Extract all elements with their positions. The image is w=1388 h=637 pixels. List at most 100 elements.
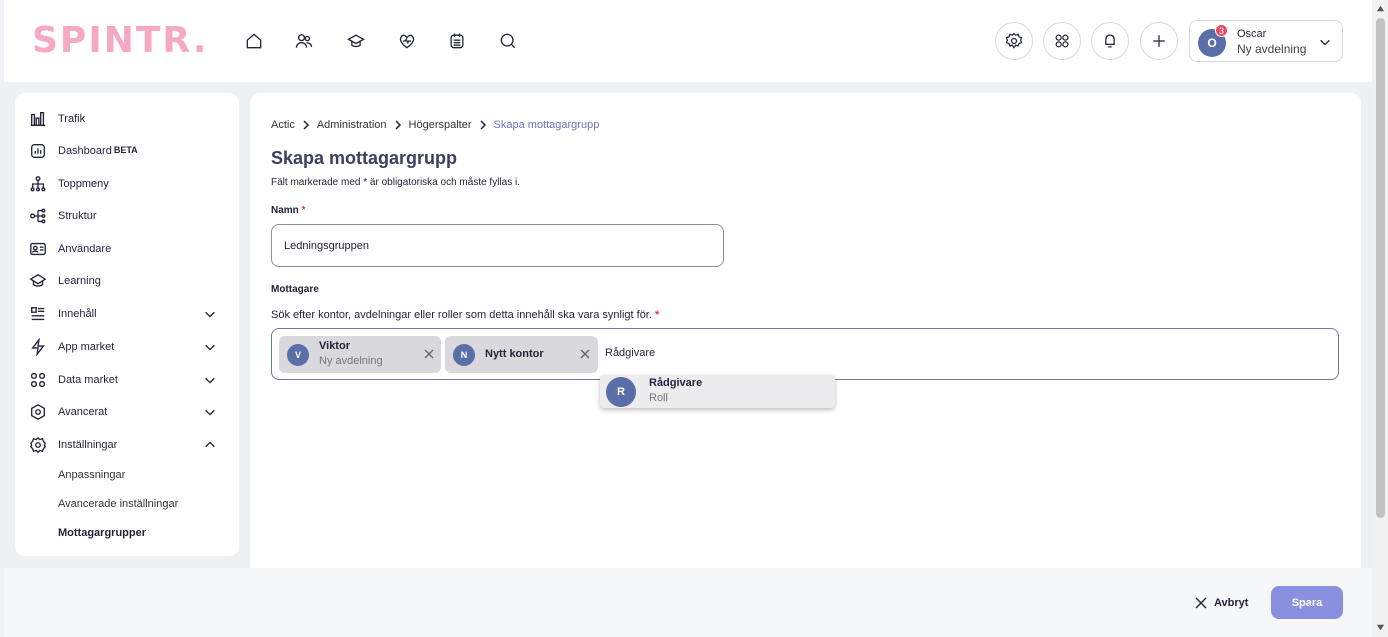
main-content: Actic Administration Högerspalter Skapa … bbox=[250, 93, 1361, 573]
required-marker: * bbox=[301, 205, 306, 216]
breadcrumb: Actic Administration Högerspalter Skapa … bbox=[271, 119, 599, 131]
sidebar-item-label: Inställningar bbox=[58, 439, 118, 451]
sidebar-item-label: Användare bbox=[58, 243, 112, 255]
chip-name: Nytt kontor bbox=[485, 348, 544, 360]
scrollbar-thumb[interactable] bbox=[1376, 18, 1385, 518]
recipients-help: Sök efter kontor, avdelningar eller roll… bbox=[271, 309, 659, 321]
sidebar-subitem-mottagargrupper[interactable]: Mottagargrupper bbox=[58, 527, 146, 539]
close-icon[interactable] bbox=[579, 348, 591, 360]
chevron-up-icon[interactable] bbox=[203, 438, 217, 452]
recipients-help-text: Sök efter kontor, avdelningar eller roll… bbox=[271, 309, 652, 321]
sidebar-subitem-anpassningar[interactable]: Anpassningar bbox=[58, 469, 125, 481]
footer-bar: Avbryt Spara bbox=[4, 568, 1372, 637]
dashboard-icon bbox=[28, 141, 48, 161]
sidebar-item-avancerat[interactable]: Avancerat bbox=[15, 398, 239, 426]
sidebar-item-installningar[interactable]: Inställningar bbox=[15, 431, 239, 459]
breadcrumb-item[interactable]: Högerspalter bbox=[409, 119, 472, 131]
chevron-right-icon bbox=[393, 120, 403, 130]
chevron-down-icon[interactable] bbox=[203, 373, 217, 387]
notification-badge: 3 bbox=[1215, 24, 1228, 37]
people-icon[interactable] bbox=[292, 29, 316, 53]
sidebar-item-label: Struktur bbox=[58, 210, 97, 222]
sidebar-item-label: Learning bbox=[58, 275, 101, 287]
settings-button[interactable] bbox=[995, 22, 1033, 60]
page-title: Skapa mottagargrupp bbox=[271, 148, 458, 168]
bell-icon bbox=[1105, 34, 1115, 48]
sidebar-item-label: Trafik bbox=[58, 113, 86, 125]
breadcrumb-item[interactable]: Actic bbox=[271, 119, 295, 131]
apps-icon bbox=[1055, 34, 1069, 48]
avatar: N bbox=[453, 344, 475, 366]
user-name: Oscar bbox=[1237, 28, 1267, 40]
plus-icon bbox=[1153, 35, 1165, 47]
avatar: R bbox=[606, 377, 636, 407]
suggestion-name: Rådgivare bbox=[649, 377, 703, 389]
suggestion-dropdown[interactable]: R Rådgivare Roll bbox=[600, 375, 835, 408]
scroll-up-icon[interactable] bbox=[1376, 4, 1385, 13]
chevron-right-icon bbox=[478, 120, 488, 130]
search-icon[interactable] bbox=[496, 29, 520, 53]
close-icon bbox=[1195, 597, 1207, 609]
name-input[interactable] bbox=[271, 224, 724, 267]
required-note: Fält markerade med * är obligatoriska oc… bbox=[271, 177, 520, 188]
dashboard-label: Dashboard bbox=[58, 145, 112, 157]
home-icon[interactable] bbox=[242, 29, 266, 53]
scroll-down-icon[interactable] bbox=[1376, 623, 1385, 632]
scrollbar[interactable] bbox=[1373, 0, 1388, 637]
sidebar-item-data-market[interactable]: Data market bbox=[15, 366, 239, 394]
calendar-icon[interactable] bbox=[445, 29, 469, 53]
required-marker: * bbox=[654, 309, 660, 321]
close-icon[interactable] bbox=[423, 348, 435, 360]
chevron-down-icon bbox=[1318, 35, 1332, 49]
hierarchy-icon bbox=[28, 174, 48, 194]
chevron-right-icon bbox=[301, 120, 311, 130]
name-label: Namn * bbox=[271, 205, 305, 216]
recipients-label: Mottagare bbox=[271, 284, 319, 295]
recipients-search-text[interactable]: Rådgivare bbox=[605, 347, 655, 359]
sidebar-item-struktur[interactable]: Struktur bbox=[15, 202, 239, 230]
lightning-icon bbox=[28, 337, 48, 357]
cancel-button[interactable]: Avbryt bbox=[1194, 596, 1248, 610]
sidebar-item-learning[interactable]: Learning bbox=[15, 267, 239, 295]
chip-department: Ny avdelning bbox=[319, 355, 383, 367]
suggestion-type: Roll bbox=[649, 392, 668, 404]
spintr-logo[interactable]: SPINTR. bbox=[32, 20, 208, 61]
sidebar-item-label: Dashboard BETA bbox=[58, 145, 138, 157]
chevron-down-icon[interactable] bbox=[203, 405, 217, 419]
sidebar-item-label: App market bbox=[58, 341, 115, 353]
sidebar-item-label: Innehåll bbox=[58, 308, 97, 320]
learning-icon[interactable] bbox=[344, 29, 368, 53]
sidebar-item-toppmeny[interactable]: Toppmeny bbox=[15, 170, 239, 198]
sidebar-item-trafik[interactable]: Trafik bbox=[15, 105, 239, 133]
chevron-down-icon[interactable] bbox=[203, 307, 217, 321]
breadcrumb-current: Skapa mottagargrupp bbox=[493, 119, 600, 131]
traffic-chart-icon bbox=[28, 109, 48, 129]
sidebar-item-app-market[interactable]: App market bbox=[15, 333, 239, 361]
apps-button[interactable] bbox=[1043, 22, 1081, 60]
chevron-down-icon[interactable] bbox=[203, 340, 217, 354]
recipients-search-field[interactable]: V Viktor Ny avdelning N Nytt kontor Rådg… bbox=[271, 328, 1339, 380]
structure-icon bbox=[28, 206, 48, 226]
settings-icon bbox=[1005, 32, 1023, 49]
cancel-label: Avbryt bbox=[1214, 597, 1249, 609]
add-button[interactable] bbox=[1140, 22, 1178, 60]
user-menu[interactable]: O 3 Oscar Ny avdelning bbox=[1189, 20, 1343, 62]
breadcrumb-item[interactable]: Administration bbox=[317, 119, 387, 131]
sidebar-item-innehall[interactable]: Innehåll bbox=[15, 300, 239, 328]
health-icon[interactable] bbox=[395, 29, 419, 53]
sidebar-item-dashboard[interactable]: Dashboard BETA bbox=[15, 137, 239, 165]
avatar: V bbox=[287, 344, 309, 366]
sidebar-item-anvandare[interactable]: Användare bbox=[15, 235, 239, 263]
sidebar-item-label: Toppmeny bbox=[58, 178, 109, 190]
sidebar-item-label: Data market bbox=[58, 374, 118, 386]
hexagon-icon bbox=[28, 402, 48, 422]
recipient-chip: V Viktor Ny avdelning bbox=[279, 336, 441, 373]
save-button[interactable]: Spara bbox=[1271, 586, 1343, 619]
sidebar-item-label: Avancerat bbox=[58, 406, 108, 418]
recipient-chip: N Nytt kontor bbox=[445, 336, 598, 373]
learning-icon bbox=[28, 271, 48, 291]
content-list-icon bbox=[28, 304, 48, 324]
sidebar-subitem-avancerade-installningar[interactable]: Avancerade inställningar bbox=[58, 498, 178, 510]
user-card-icon bbox=[28, 239, 48, 259]
notifications-button[interactable] bbox=[1091, 22, 1129, 60]
